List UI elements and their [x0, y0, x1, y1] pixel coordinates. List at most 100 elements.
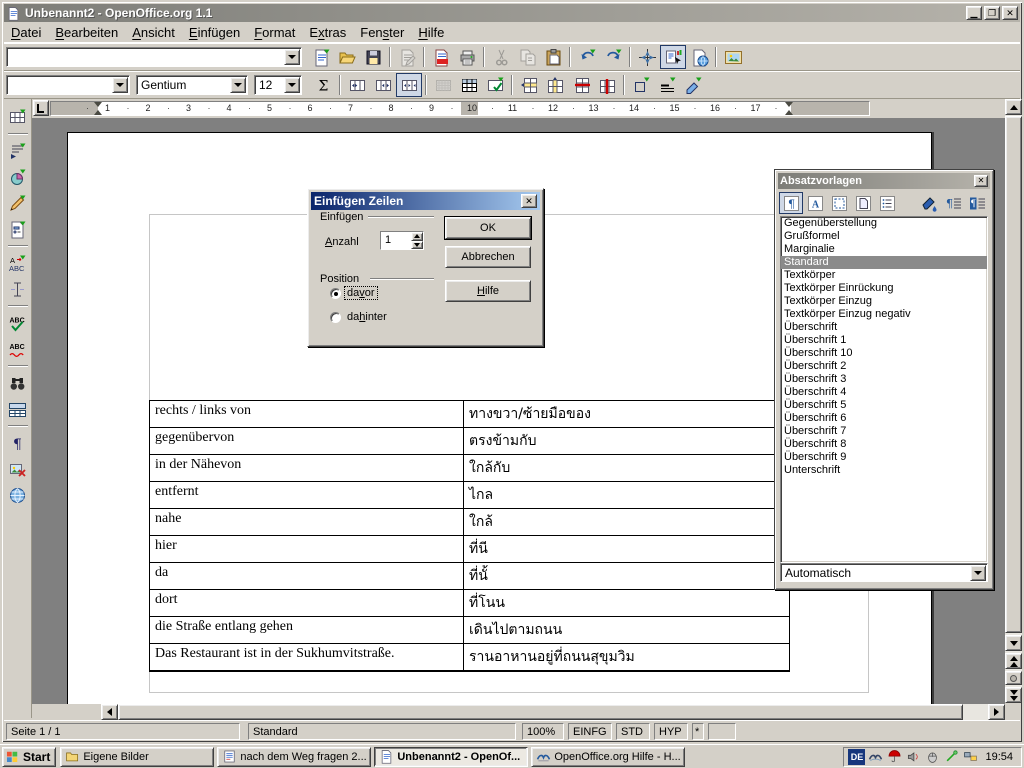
style-item-uberschrift-4[interactable]: Überschrift 4	[781, 386, 987, 399]
vertical-scrollbar[interactable]	[1005, 99, 1022, 703]
table-cell-german[interactable]: hier	[150, 536, 464, 562]
menu-extras[interactable]: Extras	[302, 23, 353, 42]
horizontal-scroll-thumb[interactable]	[118, 704, 963, 720]
next-page-button[interactable]	[1005, 687, 1022, 703]
undo-button[interactable]	[574, 45, 600, 69]
hyperlink-button[interactable]	[686, 45, 712, 69]
table-cell-thai[interactable]: ใกล้	[464, 509, 789, 535]
table-cell-german[interactable]: dort	[150, 590, 464, 616]
style-item-standard[interactable]: Standard	[781, 256, 987, 269]
autospellcheck-button[interactable]: ABC	[5, 337, 31, 361]
status-zoom[interactable]: 100%	[522, 723, 564, 740]
table-cell-german[interactable]: da	[150, 563, 464, 589]
line-style-button[interactable]	[654, 73, 680, 97]
insert-objects-button[interactable]	[5, 165, 31, 189]
indent-marker-top-right[interactable]	[785, 102, 793, 107]
help-button[interactable]: Hilfe	[445, 280, 531, 302]
spellcheck-button[interactable]: ABC	[5, 311, 31, 335]
style-item-uberschrift-10[interactable]: Überschrift 10	[781, 347, 987, 360]
radio-before[interactable]	[330, 288, 341, 299]
menu-einfugen[interactable]: Einfügen	[182, 23, 247, 42]
form-functions-button[interactable]	[5, 217, 31, 241]
table-cell-thai[interactable]: ไกล	[464, 482, 789, 508]
font-name-combobox[interactable]: Gentium	[136, 75, 248, 95]
border-color-button[interactable]	[680, 73, 706, 97]
taskbar-button-unbenannt2-openof[interactable]: Unbenannt2 - OpenOf...	[374, 747, 528, 767]
style-item-uberschrift-6[interactable]: Überschrift 6	[781, 412, 987, 425]
minimize-button[interactable]: ▁	[966, 6, 982, 20]
count-spinner[interactable]: 1	[380, 231, 424, 250]
scroll-right-button[interactable]	[988, 704, 1005, 720]
table-cell-thai[interactable]: ทางขวา/ซ้ายมือของ	[464, 401, 789, 427]
menu-hilfe[interactable]: Hilfe	[411, 23, 451, 42]
style-list[interactable]: GegenüberstellungGrußformelMarginalieSta…	[780, 216, 988, 563]
delete-row-button[interactable]	[568, 73, 594, 97]
indent-marker-top-left[interactable]	[94, 102, 102, 107]
table-borders-button[interactable]	[456, 73, 482, 97]
style-item-uberschrift-3[interactable]: Überschrift 3	[781, 373, 987, 386]
navigator-button[interactable]	[634, 45, 660, 69]
quickstart-icon[interactable]	[867, 748, 884, 765]
status-insert-mode[interactable]: EINFG	[568, 723, 612, 740]
table-cell-thai[interactable]: ที่โนน	[464, 590, 789, 616]
count-value[interactable]: 1	[381, 232, 411, 249]
autotext-button[interactable]: AABC	[5, 251, 31, 275]
table-cell-thai[interactable]: ใกล้กับ	[464, 455, 789, 481]
sum-button[interactable]: Σ	[310, 73, 336, 97]
insert-button[interactable]	[5, 105, 31, 129]
split-cells-button[interactable]	[370, 73, 396, 97]
chevron-down-icon[interactable]	[284, 77, 300, 93]
table-cell-german[interactable]: gegenübervon	[150, 428, 464, 454]
scroll-up-button[interactable]	[1005, 99, 1022, 115]
insert-fields-button[interactable]	[5, 139, 31, 163]
style-item-uberschrift-9[interactable]: Überschrift 9	[781, 451, 987, 464]
update-style-button[interactable]: ¶	[965, 192, 989, 214]
style-item-grussformel[interactable]: Grußformel	[781, 230, 987, 243]
navigation-button[interactable]	[1005, 671, 1022, 685]
merge-cells-button[interactable]	[344, 73, 370, 97]
open-button[interactable]	[334, 45, 360, 69]
table-cell-german[interactable]: rechts / links von	[150, 401, 464, 427]
autoformat-button[interactable]	[482, 73, 508, 97]
menu-format[interactable]: Format	[247, 23, 302, 42]
redo-button[interactable]	[600, 45, 626, 69]
style-item-textkorper-einzug-negativ[interactable]: Textkörper Einzug negativ	[781, 308, 987, 321]
optimize-button[interactable]	[396, 73, 422, 97]
table-cell-thai[interactable]: ตรงข้ามกับ	[464, 428, 789, 454]
style-filter-combobox[interactable]: Automatisch	[780, 563, 988, 582]
table-cell-thai[interactable]: ที่นั้	[464, 563, 789, 589]
indent-marker-bottom-right[interactable]	[785, 110, 793, 115]
scroll-down-button[interactable]	[1005, 635, 1022, 651]
start-button[interactable]: Start	[2, 747, 56, 767]
cancel-button[interactable]: Abbrechen	[445, 246, 531, 268]
export-pdf-button[interactable]	[428, 45, 454, 69]
document-table[interactable]: rechts / links vonทางขวา/ซ้ายมือของgegen…	[149, 400, 790, 672]
insert-column-button[interactable]	[542, 73, 568, 97]
new-style-button[interactable]: ¶	[941, 192, 965, 214]
style-item-uberschrift-2[interactable]: Überschrift 2	[781, 360, 987, 373]
taskbar-button-nach-dem-weg-fragen-2[interactable]: nach dem Weg fragen 2....	[217, 747, 371, 767]
fill-format-button[interactable]	[917, 192, 941, 214]
volume-icon[interactable]	[905, 748, 922, 765]
horizontal-ruler[interactable]: 1·2·3·4·5·6·7·8·9·10·11·12·13·14·15·16·1…	[50, 101, 870, 116]
save-button[interactable]	[360, 45, 386, 69]
table-cell-thai[interactable]: เดินไปตามถนน	[464, 617, 789, 643]
menu-datei[interactable]: Datei	[4, 23, 48, 42]
table-cell-german[interactable]: entfernt	[150, 482, 464, 508]
page-styles-button[interactable]	[851, 192, 875, 214]
stylist-close-button[interactable]: ✕	[974, 175, 988, 187]
style-item-gegenuberstellung[interactable]: Gegenüberstellung	[781, 217, 987, 230]
vertical-scroll-thumb[interactable]	[1005, 116, 1022, 633]
radio-before-label[interactable]: davor	[345, 287, 377, 299]
table-cell-german[interactable]: Das Restaurant ist in der Sukhumvitstraß…	[150, 644, 464, 670]
style-item-uberschrift[interactable]: Überschrift	[781, 321, 987, 334]
table-cell-thai[interactable]: รานอาหานอยู่ที่ถนนสุขุมวิม	[464, 644, 789, 670]
style-item-uberschrift-7[interactable]: Überschrift 7	[781, 425, 987, 438]
border-style-button[interactable]	[628, 73, 654, 97]
table-cell-german[interactable]: nahe	[150, 509, 464, 535]
numbering-styles-button[interactable]	[875, 192, 899, 214]
character-styles-button[interactable]: A	[803, 192, 827, 214]
delete-column-button[interactable]	[594, 73, 620, 97]
style-item-textkorper-einzug[interactable]: Textkörper Einzug	[781, 295, 987, 308]
font-size-combobox[interactable]: 12	[254, 75, 302, 95]
